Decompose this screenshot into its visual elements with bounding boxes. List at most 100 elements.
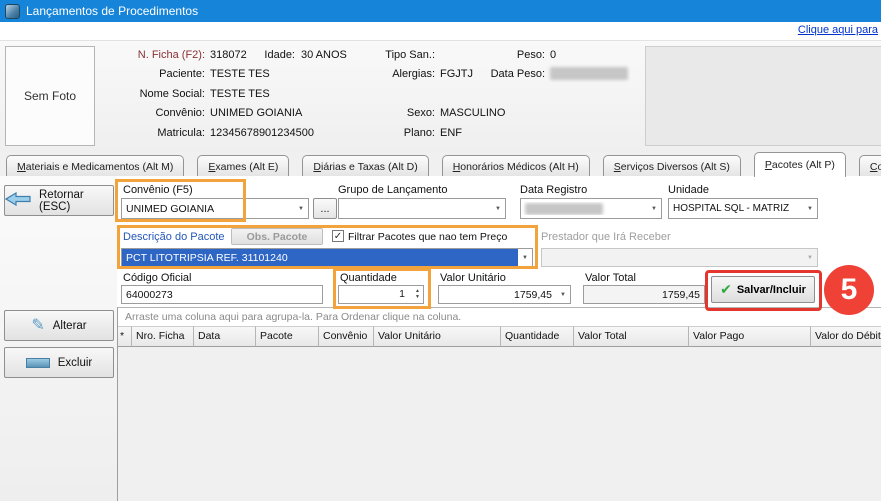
prestador-combobox: ▼ [541, 248, 818, 267]
valor-total-label: Valor Total [585, 272, 636, 284]
convenio-ellipsis-button[interactable]: ... [313, 198, 337, 219]
tab-servicos[interactable]: Serviços Diversos (Alt S) [603, 155, 741, 177]
salvar-incluir-button[interactable]: ✔ Salvar/Incluir [711, 276, 815, 303]
plano-label: Plano: [360, 127, 435, 139]
tab-honorarios[interactable]: Honorários Médicos (Alt H) [442, 155, 590, 177]
valor-total-field: 1759,45 [583, 285, 705, 304]
column-header-valor-total[interactable]: Valor Total [574, 326, 689, 347]
peso-label: Peso: [470, 49, 545, 61]
valor-unitario-label: Valor Unitário [440, 272, 506, 284]
codigo-oficial-label: Código Oficial [123, 272, 191, 284]
grid-body-empty[interactable] [118, 347, 881, 501]
chevron-down-icon[interactable]: ▼ [647, 206, 661, 212]
convenio-value: UNIMED GOIANIA [210, 107, 302, 119]
tipo-san-label: Tipo San.: [360, 49, 435, 61]
nome-social-value: TESTE TES [210, 88, 270, 100]
tab-strip: Materiais e Medicamentos (Alt M) Exames … [6, 152, 881, 177]
grupo-lancamento-label: Grupo de Lançamento [338, 184, 447, 196]
top-right-link[interactable]: Clique aqui para [798, 24, 878, 36]
convenio-combobox[interactable]: UNIMED GOIANIA ▼ [121, 198, 309, 219]
left-sidebar: Retornar (ESC) ✎ Alterar Excluir [0, 176, 117, 501]
chevron-down-icon[interactable]: ▼ [556, 292, 570, 298]
column-header-valor-unitario[interactable]: Valor Unitário [374, 326, 501, 347]
ficha-label: N. Ficha (F2): [95, 49, 205, 61]
patient-header-panel: Sem Foto N. Ficha (F2): 318072 Idade: 30… [0, 40, 881, 152]
tab-consultas[interactable]: Consultas (Alt C) [859, 155, 881, 177]
convenio-f5-label: Convênio (F5) [123, 184, 193, 196]
column-header-data[interactable]: Data [194, 326, 256, 347]
data-peso-label: Data Peso: [470, 68, 545, 80]
grupo-lancamento-combobox[interactable]: ▼ [338, 198, 506, 219]
data-registro-combobox[interactable]: ▼ [520, 198, 662, 219]
idade-label: Idade: [240, 49, 295, 61]
arrow-left-icon [5, 192, 31, 210]
quantidade-value: 1 [339, 288, 405, 300]
convenio-label: Convênio: [95, 107, 205, 119]
filtrar-pacotes-checkbox[interactable]: ✓ [332, 230, 344, 242]
grid-header-row: * Nro. Ficha Data Pacote Convênio Valor … [118, 326, 881, 347]
unidade-label: Unidade [668, 184, 709, 196]
pacote-combobox[interactable]: PCT LITOTRIPSIA REF. 31101240 ▼ [121, 248, 533, 267]
unidade-combobox[interactable]: HOSPITAL SQL - MATRIZ ▼ [668, 198, 818, 219]
pencil-icon: ✎ [31, 318, 44, 334]
plano-value: ENF [440, 127, 462, 139]
column-header-valor-pago[interactable]: Valor Pago [689, 326, 811, 347]
tab-materiais[interactable]: Materiais e Medicamentos (Alt M) [6, 155, 184, 177]
column-header-pacote[interactable]: Pacote [256, 326, 319, 347]
link-bar: Clique aqui para [0, 22, 881, 40]
window-title: Lançamentos de Procedimentos [26, 4, 198, 18]
idade-value: 30 ANOS [301, 49, 347, 61]
tab-diarias[interactable]: Diárias e Taxas (Alt D) [302, 155, 428, 177]
step-5-badge: 5 [824, 265, 874, 315]
alergias-value: FGJTJ [440, 68, 473, 80]
main-panel: Convênio (F5) UNIMED GOIANIA ▼ ... Grupo… [117, 176, 881, 501]
tab-exames[interactable]: Exames (Alt E) [197, 155, 289, 177]
unidade-value: HOSPITAL SQL - MATRIZ [669, 203, 803, 214]
peso-value: 0 [550, 49, 556, 61]
alergias-label: Alergias: [360, 68, 435, 80]
sexo-value: MASCULINO [440, 107, 505, 119]
grid-group-hint: Arraste uma coluna aqui para agrupa-la. … [118, 308, 881, 326]
chevron-down-icon: ▼ [803, 255, 817, 261]
delete-bar-icon [26, 358, 50, 368]
column-header-quantidade[interactable]: Quantidade [501, 326, 574, 347]
title-bar: Lançamentos de Procedimentos [0, 0, 881, 22]
right-grey-panel [645, 46, 881, 146]
valor-unitario-combobox[interactable]: 1759,45 ▼ [438, 285, 571, 304]
column-header-convenio[interactable]: Convênio [319, 326, 374, 347]
paciente-label: Paciente: [95, 68, 205, 80]
retornar-label: Retornar (ESC) [39, 189, 113, 213]
chevron-down-icon[interactable]: ▼ [803, 206, 817, 212]
quantidade-stepper[interactable]: 1 ▲ ▼ [338, 285, 424, 304]
tab-pacotes[interactable]: Pacotes (Alt P) [754, 152, 846, 177]
salvar-incluir-label: Salvar/Incluir [737, 284, 806, 296]
column-header-valor-debito[interactable]: Valor do Débito [811, 326, 881, 347]
lancamentos-grid: Arraste uma coluna aqui para agrupa-la. … [117, 307, 881, 501]
check-icon: ✔ [720, 281, 732, 298]
data-registro-redacted-value [525, 203, 603, 215]
matricula-label: Matricula: [95, 127, 205, 139]
column-header-nro-ficha[interactable]: Nro. Ficha [132, 326, 194, 347]
matricula-value: 12345678901234500 [210, 127, 314, 139]
quantidade-label: Quantidade [340, 272, 397, 284]
filtrar-pacotes-label: Filtrar Pacotes que nao tem Preço [348, 231, 507, 243]
spin-down-icon[interactable]: ▼ [415, 295, 420, 300]
patient-photo-placeholder: Sem Foto [5, 46, 95, 146]
app-window: Lançamentos de Procedimentos Clique aqui… [0, 0, 881, 501]
chevron-down-icon[interactable]: ▼ [491, 206, 505, 212]
data-peso-redacted-value [550, 67, 628, 80]
data-registro-label: Data Registro [520, 184, 587, 196]
codigo-oficial-field[interactable]: 64000273 [121, 285, 323, 304]
nome-social-label: Nome Social: [95, 88, 205, 100]
excluir-button[interactable]: Excluir [4, 347, 114, 378]
retornar-button[interactable]: Retornar (ESC) [4, 185, 114, 216]
convenio-combobox-value: UNIMED GOIANIA [122, 203, 294, 215]
obs-pacote-button[interactable]: Obs. Pacote [231, 228, 323, 245]
chevron-down-icon[interactable]: ▼ [294, 206, 308, 212]
alterar-button[interactable]: ✎ Alterar [4, 310, 114, 341]
alterar-label: Alterar [53, 320, 87, 332]
prestador-label: Prestador que Irá Receber [541, 231, 671, 243]
chevron-down-icon[interactable]: ▼ [518, 255, 532, 261]
grid-indicator-cell: * [118, 326, 132, 347]
valor-unitario-value: 1759,45 [514, 289, 556, 301]
